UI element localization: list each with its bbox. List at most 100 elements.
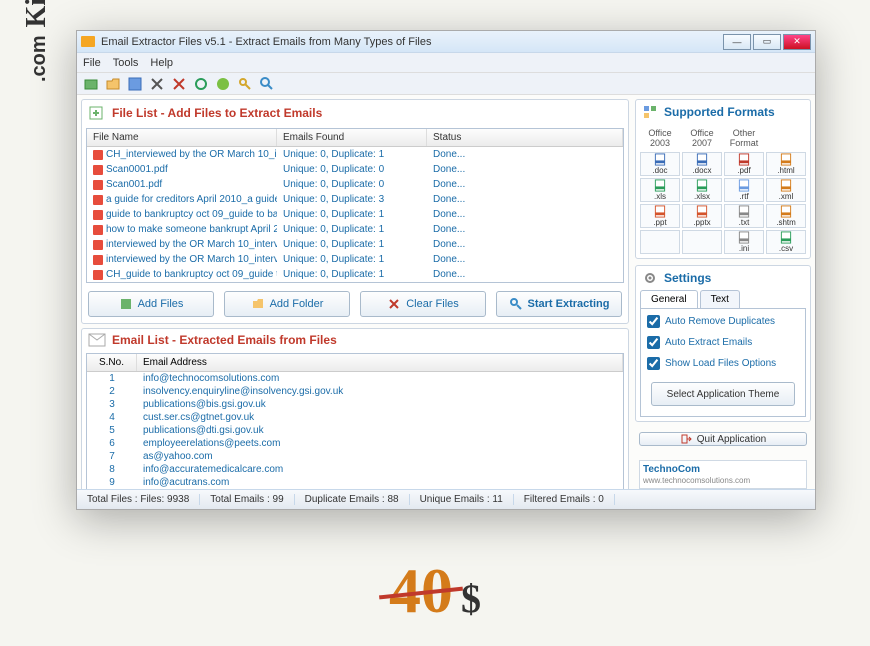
doc-icon [93,240,103,250]
doc-icon [93,150,103,160]
format-docx: .docx [682,152,722,176]
format-txt: .txt [724,204,764,228]
email-sno: 6 [87,437,137,450]
file-status: Done... [427,223,623,236]
maximize-button[interactable]: ▭ [753,34,781,50]
price-currency: $ [461,576,481,621]
settings-heading: Settings [664,271,711,285]
close-button[interactable]: ✕ [783,34,811,50]
email-row[interactable]: 4cust.ser.cs@gtnet.gov.uk [87,411,623,424]
email-row[interactable]: 5publications@dti.gsi.gov.uk [87,424,623,437]
email-row[interactable]: 9info@acutrans.com [87,476,623,489]
email-list-heading: Email List - Extracted Emails from Files [112,333,337,347]
format-xml: .xml [766,178,806,202]
file-row[interactable]: CH_interviewed by the OR March 10_interv… [87,147,623,162]
file-row[interactable]: how to make someone bankrupt April 2010_… [87,222,623,237]
email-address: info@acutrans.com [137,476,623,489]
technocom-logo-text: TechnoCom [643,464,803,475]
tab-text[interactable]: Text [700,290,740,308]
add-files-button[interactable]: Add Files [88,291,214,317]
quit-label: Quit Application [697,434,767,445]
email-sno: 7 [87,450,137,463]
file-row[interactable]: a guide for creditors April 2010_a guide… [87,192,623,207]
email-row[interactable]: 8info@accuratemedicalcare.com [87,463,623,476]
email-table: S.No. Email Address 1info@technocomsolut… [86,353,624,489]
toolbar-skype-icon[interactable] [215,76,231,92]
email-sno: 4 [87,411,137,424]
add-files-icon [119,297,133,311]
email-address: employeerelations@peets.com [137,437,623,450]
file-row[interactable]: CH_guide to bankruptcy oct 09_guide to b… [87,267,623,282]
status-duplicate-emails: Duplicate Emails : 88 [295,494,410,505]
toolbar-delete-icon[interactable] [171,76,187,92]
start-extracting-button[interactable]: Start Extracting [496,291,622,317]
format-pptx: .pptx [682,204,722,228]
emails-found: Unique: 0, Duplicate: 3 [277,193,427,206]
email-row[interactable]: 2insolvency.enquiryline@insolvency.gsi.g… [87,385,623,398]
email-sno: 9 [87,476,137,489]
col-email[interactable]: Email Address [137,354,623,371]
select-theme-button[interactable]: Select Application Theme [651,382,795,406]
file-status: Done... [427,163,623,176]
toolbar-refresh-icon[interactable] [193,76,209,92]
menubar: File Tools Help [77,53,815,73]
minimize-button[interactable]: — [723,34,751,50]
emails-found: Unique: 0, Duplicate: 1 [277,208,427,221]
toolbar-add-files-icon[interactable] [83,76,99,92]
menu-help[interactable]: Help [150,57,173,69]
show-load-checkbox[interactable]: Show Load Files Options [647,357,799,370]
clear-files-button[interactable]: Clear Files [360,291,486,317]
menu-file[interactable]: File [83,57,101,69]
formats-heading: Supported Formats [664,105,775,119]
file-row[interactable]: Scan001.pdfUnique: 0, Duplicate: 0Done..… [87,177,623,192]
toolbar-add-folder-icon[interactable] [105,76,121,92]
email-sno: 1 [87,372,137,385]
tab-general[interactable]: General [640,290,698,308]
format-doc: .doc [640,152,680,176]
email-row[interactable]: 6employeerelations@peets.com [87,437,623,450]
quit-application-button[interactable]: Quit Application [639,432,807,446]
toolbar-key-icon[interactable] [237,76,253,92]
file-name: CH_guide to bankruptcy oct 09_guide to b… [106,269,277,280]
format-pdf: .pdf [724,152,764,176]
col-sno[interactable]: S.No. [87,354,137,371]
toolbar-search-icon[interactable] [259,76,275,92]
col-filename[interactable]: File Name [87,129,277,146]
add-folder-button[interactable]: Add Folder [224,291,350,317]
format-xls: .xls [640,178,680,202]
clear-icon [387,297,401,311]
add-files-label: Add Files [138,298,184,310]
col-emails-found[interactable]: Emails Found [277,129,427,146]
auto-extract-checkbox[interactable]: Auto Extract Emails [647,336,799,349]
email-row[interactable]: 7as@yahoo.com [87,450,623,463]
email-sno: 2 [87,385,137,398]
file-status: Done... [427,268,623,281]
file-add-icon [88,104,106,122]
email-sno: 5 [87,424,137,437]
add-folder-label: Add Folder [270,298,324,310]
auto-remove-checkbox[interactable]: Auto Remove Duplicates [647,315,799,328]
file-row[interactable]: interviewed by the OR March 10_interview… [87,252,623,267]
file-row[interactable]: guide to bankruptcy oct 09_guide to bank… [87,207,623,222]
file-row[interactable]: Scan0001.pdfUnique: 0, Duplicate: 0Done.… [87,162,623,177]
format-blank [682,230,722,254]
emails-found: Unique: 0, Duplicate: 0 [277,178,427,191]
file-row[interactable]: interviewed by the OR March 10_interview… [87,237,623,252]
emails-found: Unique: 0, Duplicate: 1 [277,253,427,266]
col-status[interactable]: Status [427,129,623,146]
add-folder-icon [251,297,265,311]
technocom-brand: TechnoCom www.technocomsolutions.com [639,460,807,489]
email-row[interactable]: 3publications@bis.gsi.gov.uk [87,398,623,411]
format-rtf: .rtf [724,178,764,202]
format-html: .html [766,152,806,176]
email-address: publications@dti.gsi.gov.uk [137,424,623,437]
start-extracting-label: Start Extracting [528,298,610,310]
status-unique-emails: Unique Emails : 11 [410,494,514,505]
toolbar-clear-icon[interactable] [149,76,165,92]
file-name: how to make someone bankrupt April 2010_… [106,224,277,235]
toolbar-save-icon[interactable] [127,76,143,92]
menu-tools[interactable]: Tools [113,57,139,69]
auto-remove-label: Auto Remove Duplicates [665,316,775,327]
doc-icon [93,195,103,205]
email-row[interactable]: 1info@technocomsolutions.com [87,372,623,385]
